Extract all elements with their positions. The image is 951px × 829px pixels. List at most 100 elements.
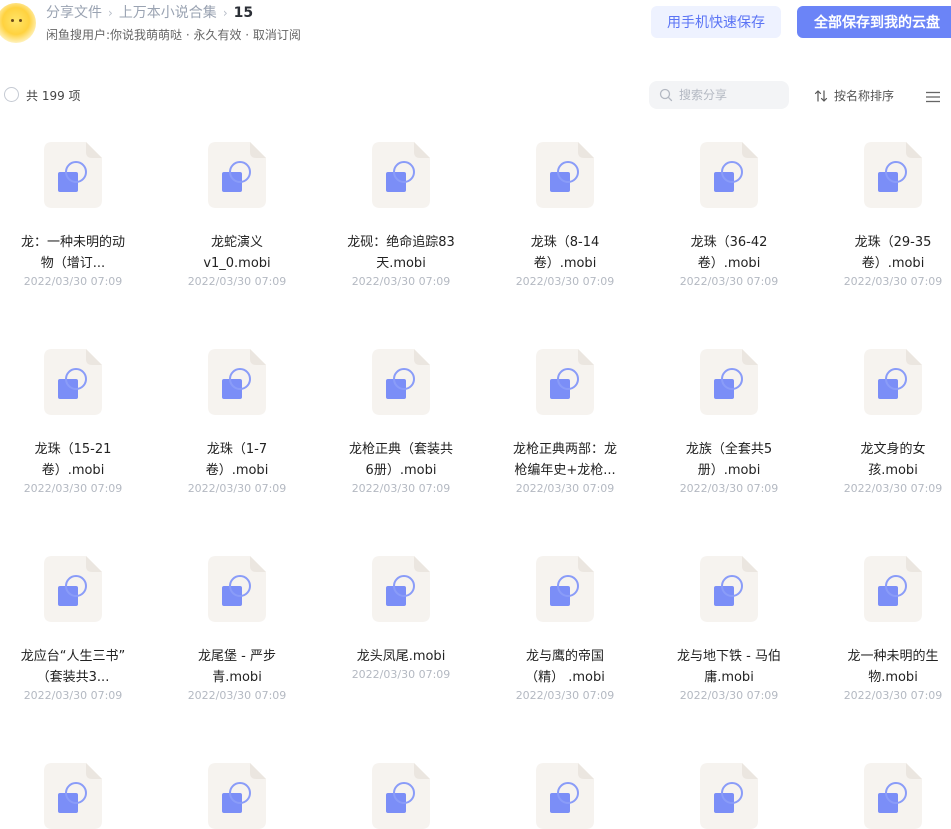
ebook-file-icon bbox=[44, 349, 102, 415]
file-date: 2022/03/30 07:09 bbox=[351, 275, 451, 288]
file-name: 龙珠（8-14 卷）.mobi bbox=[500, 232, 630, 274]
view-menu-icon[interactable] bbox=[926, 88, 940, 107]
save-via-phone-button[interactable]: 用手机快速保存 bbox=[651, 6, 781, 38]
file-date: 2022/03/30 07:09 bbox=[23, 689, 123, 702]
ebook-file-icon bbox=[372, 556, 430, 622]
breadcrumb-current-folder: 15 bbox=[233, 5, 254, 21]
file-name: 龙珠（29-35 卷）.mobi bbox=[828, 232, 951, 274]
ebook-file-icon bbox=[864, 349, 922, 415]
file-name-line: 龙头凤尾.mobi bbox=[356, 649, 446, 664]
file-name-line: 龙蛇演义 bbox=[210, 235, 263, 250]
file-name: 龙与地下铁 - 马伯 庸.mobi bbox=[664, 646, 794, 688]
ebook-file-icon bbox=[372, 763, 430, 829]
file-name-line: 龙珠（15-21 bbox=[34, 442, 112, 457]
file-name: 龙一种未明的生 物.mobi bbox=[828, 646, 951, 688]
ebook-file-icon bbox=[536, 763, 594, 829]
sort-icon bbox=[814, 89, 828, 102]
search-icon bbox=[659, 88, 673, 102]
file-name: 龙珠（15-21 卷）.mobi bbox=[8, 439, 138, 481]
file-date: 2022/03/30 07:09 bbox=[843, 275, 943, 288]
file-name-line: 庸.mobi bbox=[704, 670, 754, 685]
file-name-line: 龙枪正典（套装共 bbox=[348, 442, 453, 457]
file-name: 龙砚：绝命追踪83 天.mobi bbox=[336, 232, 466, 274]
file-date: 2022/03/30 07:09 bbox=[515, 275, 615, 288]
file-name-line: 卷）.mobi bbox=[205, 463, 269, 478]
ebook-file-icon bbox=[536, 556, 594, 622]
file-name: 龙蛇演义 v1_0.mobi bbox=[172, 232, 302, 274]
search-input[interactable] bbox=[677, 87, 781, 103]
file-name-line: 龙珠（8-14 bbox=[530, 235, 600, 250]
ebook-file-icon bbox=[700, 556, 758, 622]
ebook-file-icon bbox=[536, 142, 594, 208]
file-name-line: 龙一种未明的生 bbox=[847, 649, 939, 664]
ebook-file-icon bbox=[372, 349, 430, 415]
ebook-file-icon bbox=[700, 349, 758, 415]
file-date: 2022/03/30 07:09 bbox=[187, 275, 287, 288]
file-date: 2022/03/30 07:09 bbox=[679, 482, 779, 495]
file-name: 龙族（全套共5 册）.mobi bbox=[664, 439, 794, 481]
file-name-line: （套装共3... bbox=[36, 670, 110, 685]
ebook-file-icon bbox=[44, 142, 102, 208]
file-name: 龙珠（36-42 卷）.mobi bbox=[664, 232, 794, 274]
select-all-checkbox[interactable] bbox=[4, 87, 19, 102]
file-name-line: 龙应台“人生三书” bbox=[20, 649, 126, 664]
ebook-file-icon bbox=[44, 763, 102, 829]
file-date: 2022/03/30 07:09 bbox=[187, 689, 287, 702]
file-name-line: 龙族（全套共5 bbox=[685, 442, 773, 457]
avatar-eye bbox=[19, 19, 22, 22]
breadcrumb-share-files[interactable]: 分享文件 bbox=[46, 5, 102, 21]
file-name-line: 龙珠（36-42 bbox=[690, 235, 768, 250]
file-name-line: 物（增订... bbox=[40, 256, 106, 271]
file-name: 龙头凤尾.mobi bbox=[336, 646, 466, 667]
share-info: 闲鱼搜用户:你说我萌萌哒 · 永久有效 · 取消订阅 bbox=[46, 28, 301, 42]
file-name-line: 龙砚：绝命追踪83 bbox=[347, 235, 455, 250]
ebook-file-icon bbox=[864, 763, 922, 829]
avatar-eye bbox=[11, 19, 14, 22]
file-date: 2022/03/30 07:09 bbox=[187, 482, 287, 495]
file-name-line: 龙与地下铁 - 马伯 bbox=[677, 649, 781, 664]
file-date: 2022/03/30 07:09 bbox=[843, 689, 943, 702]
file-date: 2022/03/30 07:09 bbox=[679, 275, 779, 288]
breadcrumb: 分享文件 › 上万本小说合集 › 15 bbox=[46, 2, 253, 22]
file-date: 2022/03/30 07:09 bbox=[351, 482, 451, 495]
ebook-file-icon bbox=[372, 142, 430, 208]
file-name-line: 枪编年史+龙枪... bbox=[514, 463, 616, 478]
save-all-to-cloud-button[interactable]: 全部保存到我的云盘 bbox=[797, 6, 951, 38]
file-name-line: 龙枪正典两部：龙 bbox=[512, 442, 617, 457]
ebook-file-icon bbox=[44, 556, 102, 622]
breadcrumb-collection[interactable]: 上万本小说合集 bbox=[119, 5, 217, 21]
file-name-line: 物.mobi bbox=[868, 670, 918, 685]
file-name-line: 龙珠（29-35 bbox=[854, 235, 932, 250]
ebook-file-icon bbox=[700, 142, 758, 208]
file-name-line: 孩.mobi bbox=[868, 463, 918, 478]
file-name-line: 卷）.mobi bbox=[41, 463, 105, 478]
hamburger-icon bbox=[926, 91, 940, 103]
file-date: 2022/03/30 07:09 bbox=[351, 668, 451, 681]
file-name: 龙尾堡 - 严步 青.mobi bbox=[172, 646, 302, 688]
file-name-line: 卷）.mobi bbox=[861, 256, 925, 271]
search-box[interactable] bbox=[649, 81, 789, 109]
file-name-line: 龙与鹰的帝国 bbox=[525, 649, 604, 664]
file-name-line: 龙：一种未明的动 bbox=[20, 235, 125, 250]
ebook-file-icon bbox=[700, 763, 758, 829]
share-header: 分享文件 › 上万本小说合集 › 15 闲鱼搜用户:你说我萌萌哒 · 永久有效 · 取消… bbox=[0, 0, 951, 50]
sharer-avatar[interactable] bbox=[0, 3, 36, 43]
item-count: 共 199 项 bbox=[26, 89, 81, 103]
chevron-right-icon: › bbox=[222, 6, 228, 20]
file-name-line: 龙珠（1-7 bbox=[206, 442, 268, 457]
ebook-file-icon bbox=[864, 556, 922, 622]
ebook-file-icon bbox=[536, 349, 594, 415]
file-name: 龙枪正典两部：龙 枪编年史+龙枪... bbox=[500, 439, 630, 481]
file-name-line: 龙文身的女 bbox=[860, 442, 926, 457]
file-name: 龙文身的女 孩.mobi bbox=[828, 439, 951, 481]
sort-label: 按名称排序 bbox=[834, 89, 895, 103]
file-name-line: 卷）.mobi bbox=[697, 256, 761, 271]
ebook-file-icon bbox=[208, 349, 266, 415]
file-name-line: 龙尾堡 - 严步 bbox=[198, 649, 276, 664]
file-name: 龙：一种未明的动 物（增订... bbox=[8, 232, 138, 274]
file-name-line: 天.mobi bbox=[376, 256, 426, 271]
file-name: 龙应台“人生三书” （套装共3... bbox=[8, 646, 138, 688]
sort-by-name-button[interactable]: 按名称排序 bbox=[814, 87, 894, 104]
ebook-file-icon bbox=[208, 763, 266, 829]
file-name-line: （精） .mobi bbox=[525, 670, 605, 685]
